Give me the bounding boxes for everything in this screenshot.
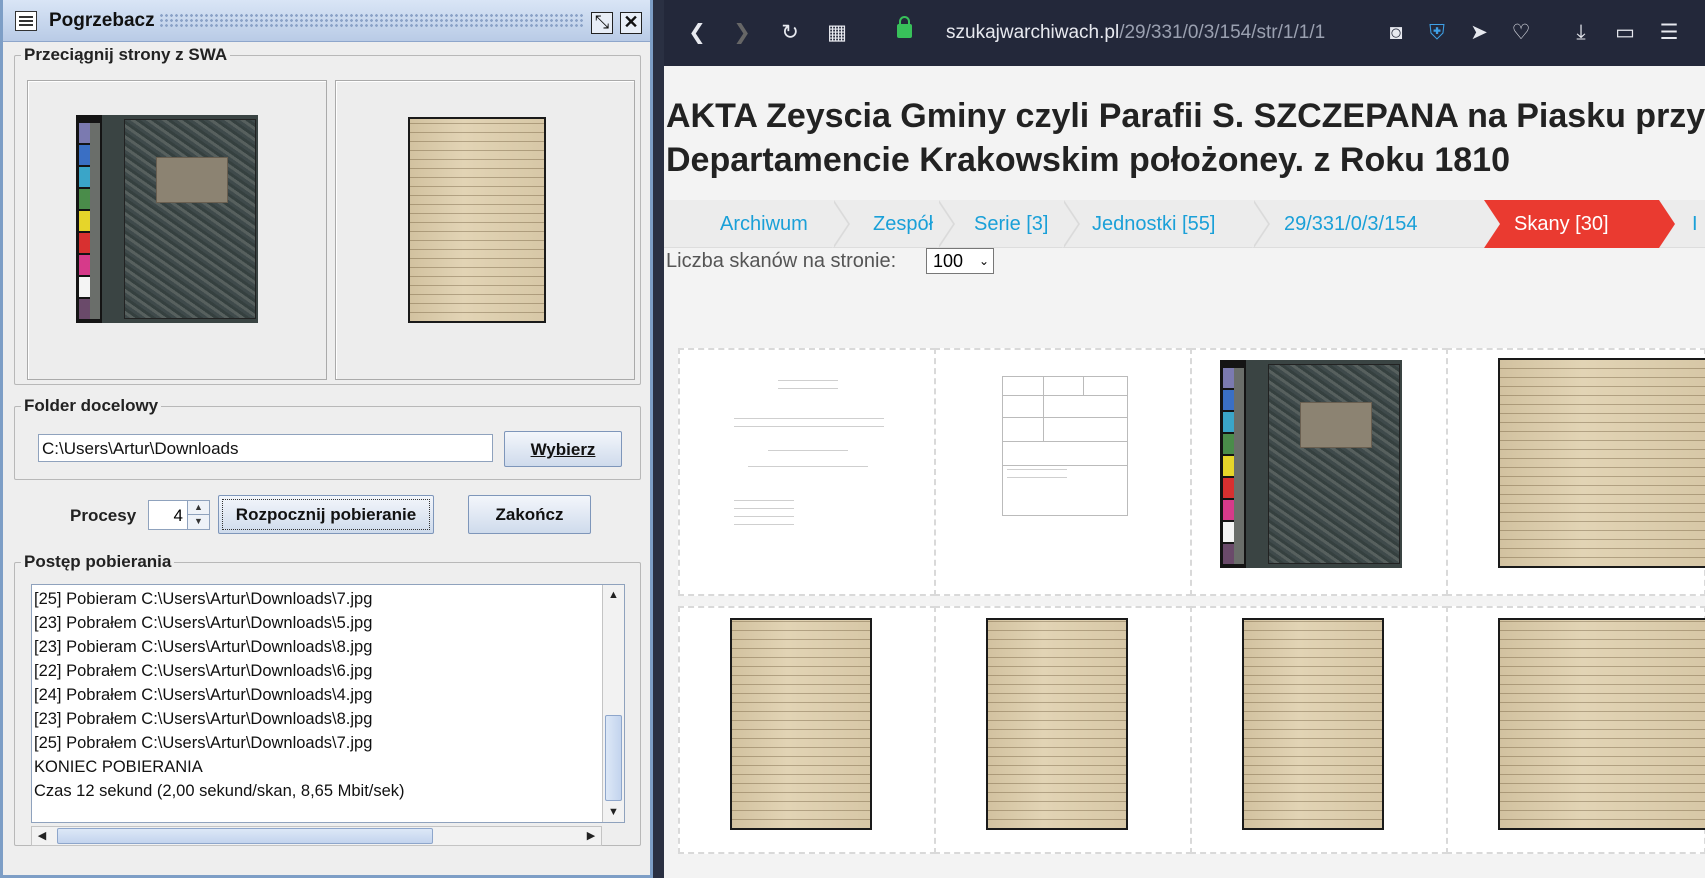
breadcrumb-archiwum[interactable]: Archiwum: [720, 200, 808, 248]
lock-icon[interactable]: [897, 16, 912, 38]
breadcrumb-separator: [1062, 200, 1084, 248]
breadcrumb-separator: [832, 200, 854, 248]
log-line: [23] Pobieram C:\Users\Artur\Downloads\8…: [34, 638, 373, 656]
scan-tile[interactable]: [1446, 348, 1705, 596]
scan-tile[interactable]: [1190, 348, 1458, 596]
browser-window: ❮ ❯ ↻ ▦ szukajwarchiwach.pl/29/331/0/3/1…: [664, 0, 1705, 878]
scan-tile[interactable]: [1446, 606, 1705, 854]
chevron-down-icon: ⌄: [978, 254, 989, 268]
scroll-down-icon[interactable]: ▼: [603, 802, 624, 822]
processes-spinner[interactable]: 4 ▲ ▼: [148, 500, 210, 530]
window-title: Pogrzebacz: [49, 10, 155, 31]
breadcrumb-next[interactable]: I: [1692, 200, 1698, 248]
drag-section-title: Przeciągnij strony z SWA: [24, 45, 228, 64]
scroll-left-icon[interactable]: ◀: [32, 827, 52, 845]
unit-title-line-1: AKTA Zeyscia Gminy czyli Parafii S. SZCZ…: [666, 97, 1705, 135]
cover-scan-thumbnail: [76, 115, 258, 323]
choose-folder-button[interactable]: Wybierz: [504, 431, 622, 467]
scroll-up-icon[interactable]: ▲: [603, 585, 624, 605]
log-line: [23] Pobrałem C:\Users\Artur\Downloads\5…: [34, 614, 373, 632]
breadcrumb-separator: [1252, 200, 1274, 248]
breadcrumb-zespol[interactable]: Zespół: [873, 200, 933, 248]
scan-thumbnail: [730, 618, 872, 830]
folder-section-title: Folder docelowy: [24, 396, 159, 415]
scan-tile[interactable]: [678, 348, 946, 596]
url-text[interactable]: szukajwarchiwach.pl/29/331/0/3/154/str/1…: [946, 22, 1350, 44]
log-line: Czas 12 sekund (2,00 sekund/skan, 8,65 M…: [34, 782, 405, 800]
per-page-label: Liczba skanów na stronie:: [666, 250, 897, 272]
log-line: [24] Pobrałem C:\Users\Artur\Downloads\4…: [34, 686, 373, 704]
folder-path-input[interactable]: C:\Users\Artur\Downloads: [38, 434, 493, 462]
preview-left[interactable]: [27, 80, 327, 380]
scan-thumbnail: [730, 370, 890, 575]
log-line: [25] Pobieram C:\Users\Artur\Downloads\7…: [34, 590, 373, 608]
vertical-scroll-thumb[interactable]: [605, 715, 622, 801]
close-icon[interactable]: ✕: [620, 12, 642, 34]
end-button-label: Zakończ: [495, 505, 564, 524]
log-line: [25] Pobrałem C:\Users\Artur\Downloads\7…: [34, 734, 373, 752]
end-button[interactable]: Zakończ: [468, 495, 591, 534]
send-icon[interactable]: ➤: [1468, 22, 1490, 44]
vertical-scrollbar[interactable]: ▲ ▼: [602, 585, 624, 822]
title-bar[interactable]: Pogrzebacz ⤡ ✕: [3, 0, 650, 42]
menu-icon[interactable]: ☰: [1658, 22, 1680, 44]
title-bar-grip: [159, 13, 583, 29]
breadcrumb-sygnatura[interactable]: 29/331/0/3/154: [1284, 200, 1417, 248]
horizontal-scroll-thumb[interactable]: [57, 828, 433, 844]
battery-icon[interactable]: ▭: [1614, 22, 1636, 44]
scan-thumbnail: [1002, 376, 1128, 516]
tabs-grid-icon[interactable]: ▦: [826, 22, 848, 44]
breadcrumb: Archiwum Zespół Serie [3] Jednostki [55]…: [664, 200, 1705, 248]
camera-icon[interactable]: ◙: [1385, 22, 1407, 44]
heart-icon[interactable]: ♡: [1510, 22, 1532, 44]
shield-icon[interactable]: ⛨: [1426, 22, 1448, 44]
scan-thumbnail: [1498, 358, 1705, 568]
scroll-right-icon[interactable]: ▶: [581, 827, 601, 845]
breadcrumb-serie[interactable]: Serie [3]: [974, 200, 1048, 248]
start-download-button[interactable]: Rozpocznij pobieranie: [218, 495, 434, 534]
download-icon[interactable]: ⤓: [1570, 22, 1592, 44]
progress-section-title: Postęp pobierania: [24, 552, 172, 571]
scan-tile[interactable]: [934, 348, 1202, 596]
spinner-up-icon[interactable]: ▲: [187, 501, 209, 515]
restore-icon[interactable]: ⤡: [591, 12, 613, 34]
log-line: KONIEC POBIERANIA: [34, 758, 203, 776]
preview-right[interactable]: [335, 80, 635, 380]
scan-thumbnail: [1242, 618, 1384, 830]
scan-thumbnail: [1220, 360, 1402, 568]
page-content: AKTA Zeyscia Gminy czyli Parafii S. SZCZ…: [664, 66, 1705, 878]
back-icon[interactable]: ❮: [686, 22, 708, 44]
log-line: [23] Pobrałem C:\Users\Artur\Downloads\8…: [34, 710, 373, 728]
log-line: [22] Pobrałem C:\Users\Artur\Downloads\6…: [34, 662, 373, 680]
progress-log[interactable]: [25] Pobieram C:\Users\Artur\Downloads\7…: [31, 584, 625, 823]
url-domain: szukajwarchiwach.pl: [946, 22, 1120, 43]
scan-tile[interactable]: [934, 606, 1202, 854]
unit-title-line-2: Departamencie Krakowskim położoney. z Ro…: [666, 141, 1510, 179]
breadcrumb-jednostki[interactable]: Jednostki [55]: [1092, 200, 1215, 248]
book-icon: [15, 11, 37, 31]
spinner-down-icon[interactable]: ▼: [187, 515, 209, 529]
breadcrumb-skany[interactable]: Skany [30]: [1484, 200, 1675, 248]
per-page-select[interactable]: 100 ⌄: [926, 248, 994, 274]
scan-tile[interactable]: [1190, 606, 1458, 854]
unit-title: AKTA Zeyscia Gminy czyli Parafii S. SZCZ…: [666, 94, 1705, 182]
manuscript-scan-thumbnail: [408, 117, 546, 323]
scan-tile[interactable]: [678, 606, 946, 854]
browser-toolbar: ❮ ❯ ↻ ▦ szukajwarchiwach.pl/29/331/0/3/1…: [664, 0, 1705, 66]
forward-icon[interactable]: ❯: [731, 22, 753, 44]
scan-thumbnail: [1498, 618, 1705, 830]
choose-folder-label: Wybierz: [530, 440, 596, 459]
per-page-value: 100: [933, 251, 964, 271]
pogrzebacz-window: Pogrzebacz ⤡ ✕ Przeciągnij strony z SWA: [0, 0, 653, 878]
breadcrumb-separator: [937, 200, 959, 248]
reload-icon[interactable]: ↻: [779, 22, 801, 44]
processes-label: Procesy: [70, 506, 137, 525]
scan-thumbnail: [986, 618, 1128, 830]
url-path: /29/331/0/3/154/str/1/1/1: [1119, 22, 1326, 43]
processes-value: 4: [173, 506, 183, 525]
horizontal-scrollbar[interactable]: ◀ ▶: [31, 826, 602, 846]
